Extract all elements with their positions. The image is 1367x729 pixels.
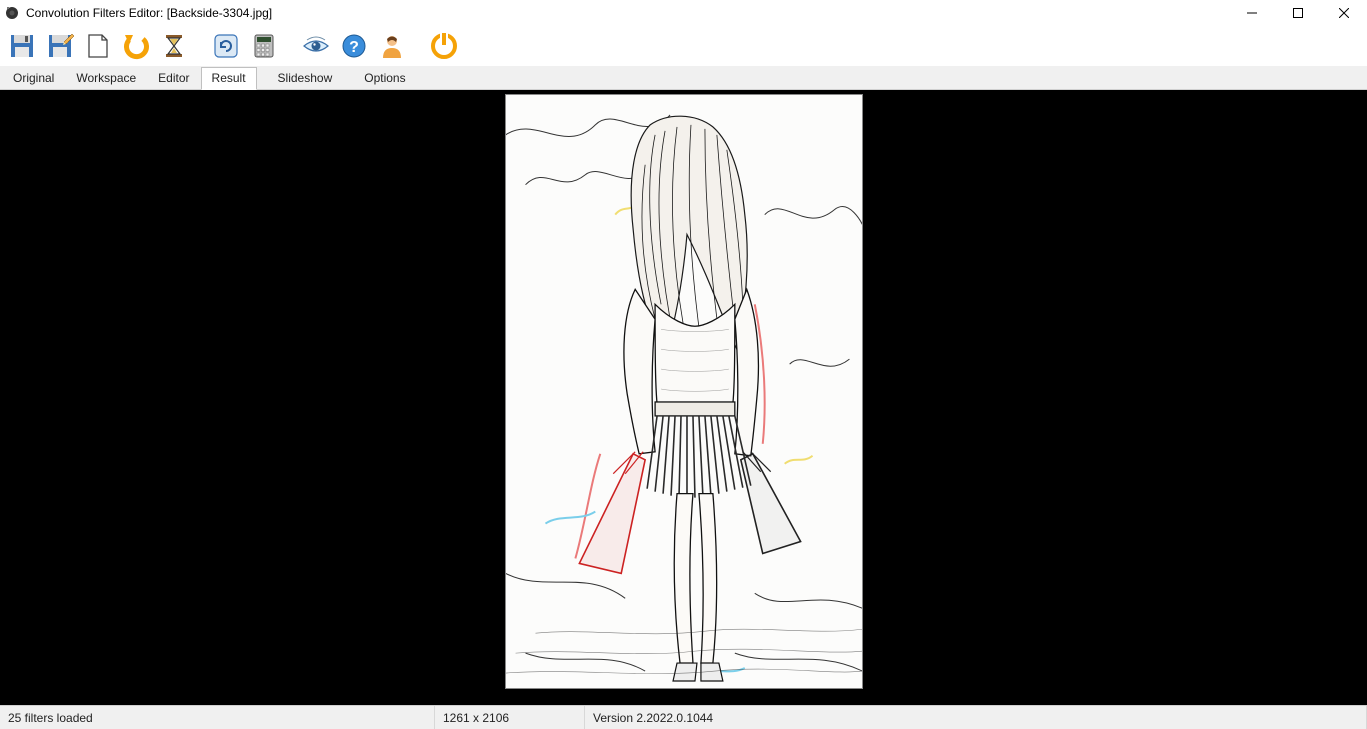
result-image <box>505 94 863 689</box>
tab-editor[interactable]: Editor <box>147 67 200 89</box>
app-icon <box>4 5 20 21</box>
close-button[interactable] <box>1321 0 1367 26</box>
help-icon: ? <box>340 32 368 60</box>
new-page-button[interactable] <box>80 28 116 64</box>
save-button[interactable] <box>4 28 40 64</box>
tab-bar: Original Workspace Editor Result Slidesh… <box>0 66 1367 90</box>
eye-icon <box>301 31 331 61</box>
save-as-button[interactable] <box>42 28 78 64</box>
user-button[interactable] <box>374 28 410 64</box>
toolbar: ? <box>0 26 1367 66</box>
preview-button[interactable] <box>298 28 334 64</box>
refresh-button[interactable] <box>208 28 244 64</box>
calculator-button[interactable] <box>246 28 282 64</box>
status-filters: 25 filters loaded <box>0 706 435 729</box>
tab-workspace[interactable]: Workspace <box>65 67 147 89</box>
user-icon <box>378 32 406 60</box>
svg-text:?: ? <box>349 39 359 56</box>
tab-options[interactable]: Options <box>353 67 416 89</box>
save-as-icon <box>46 32 74 60</box>
tab-original[interactable]: Original <box>2 67 65 89</box>
window-controls <box>1229 0 1367 26</box>
save-icon <box>8 32 36 60</box>
status-dimensions: 1261 x 2106 <box>435 706 585 729</box>
title-bar: Convolution Filters Editor: [Backside-33… <box>0 0 1367 26</box>
calculator-icon <box>250 32 278 60</box>
hourglass-icon <box>160 32 188 60</box>
tab-slideshow[interactable]: Slideshow <box>267 67 344 89</box>
status-bar: 25 filters loaded 1261 x 2106 Version 2.… <box>0 705 1367 729</box>
hourglass-button[interactable] <box>156 28 192 64</box>
undo-button[interactable] <box>118 28 154 64</box>
maximize-button[interactable] <box>1275 0 1321 26</box>
help-button[interactable]: ? <box>336 28 372 64</box>
minimize-button[interactable] <box>1229 0 1275 26</box>
undo-icon <box>121 31 151 61</box>
status-version: Version 2.2022.0.1044 <box>585 706 1367 729</box>
refresh-icon <box>212 32 240 60</box>
power-icon <box>429 31 459 61</box>
power-button[interactable] <box>426 28 462 64</box>
window-title: Convolution Filters Editor: [Backside-33… <box>26 6 272 20</box>
image-viewport[interactable] <box>0 90 1367 705</box>
new-page-icon <box>84 32 112 60</box>
tab-result[interactable]: Result <box>201 67 257 90</box>
